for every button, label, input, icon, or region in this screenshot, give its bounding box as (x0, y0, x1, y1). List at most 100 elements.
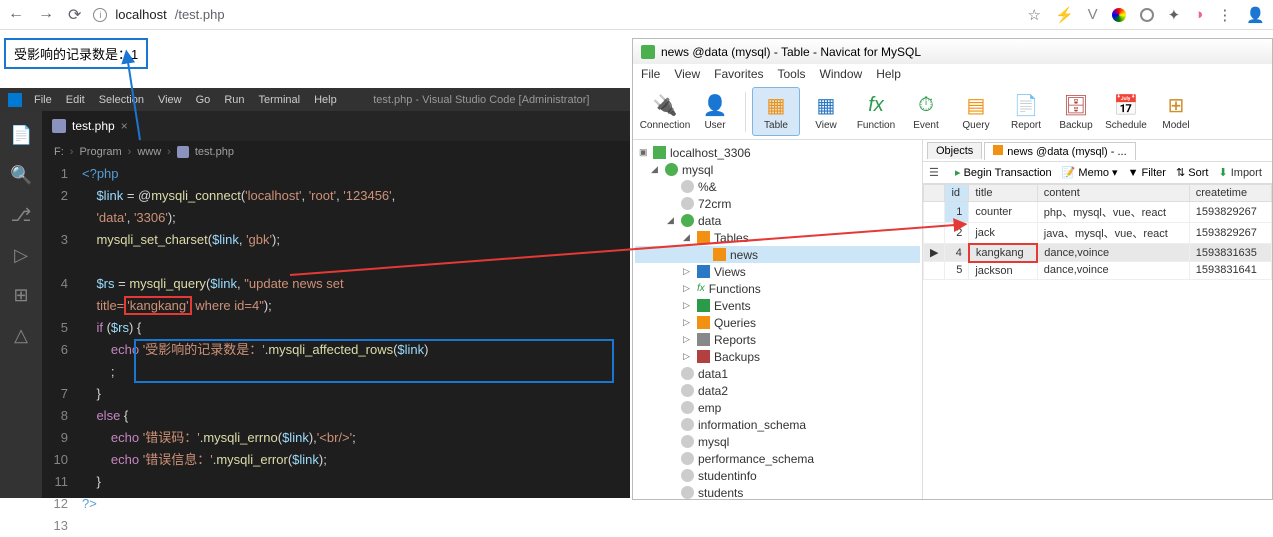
column-header[interactable]: createtime (1189, 185, 1271, 202)
menu-icon[interactable]: ⋮ (1217, 6, 1232, 24)
sort-button[interactable]: ⇅ Sort (1176, 166, 1208, 179)
tool-query[interactable]: ▤Query (952, 88, 1000, 135)
crumb[interactable]: Program (79, 146, 121, 158)
menu-item[interactable]: Terminal (259, 94, 301, 106)
table-row[interactable]: 1 counter php、mysql、vue、react 1593829267 (924, 202, 1272, 223)
forward-icon[interactable]: → (38, 5, 54, 25)
table-row[interactable]: 2 jack java、mysql、vue、react 1593829267 (924, 223, 1272, 244)
code-content[interactable]: <?php $link = @mysqli_connect('localhost… (82, 163, 630, 537)
tool-function[interactable]: fxFunction (852, 88, 900, 135)
ext-icon[interactable] (1140, 8, 1154, 22)
event-icon: ⏱ (912, 92, 940, 118)
window-title: test.php - Visual Studio Code [Administr… (373, 94, 589, 106)
connection-tree[interactable]: ▣localhost_3306 ◢mysql %& 72crm ◢data ◢T… (633, 140, 923, 499)
tree-node[interactable]: ▣localhost_3306 (635, 144, 920, 161)
tool-event[interactable]: ⏱Event (902, 88, 950, 135)
menu-item[interactable]: Selection (99, 94, 144, 106)
editor-tab[interactable]: test.php × (42, 111, 138, 141)
tab-news[interactable]: news @data (mysql) - ... (984, 142, 1135, 160)
back-icon[interactable]: ← (8, 5, 24, 25)
table-row[interactable]: 5 jackson dance,voince 1593831641 (924, 262, 1272, 280)
menu-item[interactable]: Tools (778, 67, 806, 81)
menu-item[interactable]: View (158, 94, 182, 106)
ext-icon[interactable] (1112, 8, 1126, 22)
ext-icon[interactable]: ✦ (1168, 6, 1181, 24)
tool-view[interactable]: ▦View (802, 88, 850, 135)
menu-item[interactable]: Window (820, 67, 863, 81)
ext-icon[interactable]: ⚡ (1055, 6, 1074, 24)
info-icon[interactable]: i (93, 8, 107, 22)
ext-icon[interactable]: V (1088, 6, 1098, 23)
debug-icon[interactable]: ▷ (10, 245, 32, 267)
column-header[interactable]: content (1037, 185, 1189, 202)
extensions-icon[interactable]: ⊞ (10, 285, 32, 307)
menu-icon[interactable]: ☰ (929, 166, 945, 179)
tree-node[interactable]: students (635, 484, 920, 499)
tab-objects[interactable]: Objects (927, 142, 982, 159)
table-row-selected[interactable]: ▶ 4 kangkang dance,voince 1593831635 (924, 244, 1272, 262)
menu-item[interactable]: Help (876, 67, 901, 81)
ext-icon[interactable]: ◑ (1194, 6, 1203, 23)
column-header[interactable]: title (969, 185, 1037, 202)
crumb[interactable]: www (137, 146, 161, 158)
import-button[interactable]: ⬇ Import (1218, 166, 1261, 179)
tree-node[interactable]: ▷fx Functions (635, 280, 920, 297)
vscode-window: File Edit Selection View Go Run Terminal… (0, 88, 630, 498)
tab-label: test.php (72, 119, 115, 133)
tool-table[interactable]: ▦Table (752, 87, 800, 136)
menu-item[interactable]: Help (314, 94, 337, 106)
memo-button[interactable]: 📝 Memo ▾ (1062, 166, 1118, 179)
tree-node[interactable]: information_schema (635, 416, 920, 433)
tool-report[interactable]: 📄Report (1002, 88, 1050, 135)
tree-node[interactable]: ◢mysql (635, 161, 920, 178)
data-grid[interactable]: id title content createtime 1 counter ph… (923, 184, 1272, 499)
highlight-kangkang: 'kangkang' (124, 296, 191, 315)
report-icon: 📄 (1012, 92, 1040, 118)
tool-user[interactable]: 👤User (691, 88, 739, 135)
menu-item[interactable]: Go (196, 94, 211, 106)
column-header[interactable]: id (945, 185, 969, 202)
breadcrumb[interactable]: F:› Program› www› test.php (42, 141, 630, 163)
tree-node[interactable]: mysql (635, 433, 920, 450)
tree-node[interactable]: ▷Events (635, 297, 920, 314)
menu-item[interactable]: File (34, 94, 52, 106)
tree-node[interactable]: ▷Views (635, 263, 920, 280)
tree-node[interactable]: performance_schema (635, 450, 920, 467)
search-icon[interactable]: 🔍 (10, 165, 32, 187)
tree-node[interactable]: emp (635, 399, 920, 416)
crumb[interactable]: F: (54, 146, 64, 158)
tool-connection[interactable]: 🔌Connection (641, 88, 689, 135)
menu-item[interactable]: File (641, 67, 660, 81)
tree-node[interactable]: 72crm (635, 195, 920, 212)
begin-transaction-button[interactable]: ▸ Begin Transaction (955, 166, 1052, 179)
tree-node[interactable]: ▷Backups (635, 348, 920, 365)
tool-schedule[interactable]: 📅Schedule (1102, 88, 1150, 135)
tree-node[interactable]: %& (635, 178, 920, 195)
reload-icon[interactable]: ⟳ (68, 5, 81, 25)
address-bar[interactable]: i localhost/test.php (93, 7, 224, 22)
tree-node[interactable]: data2 (635, 382, 920, 399)
menu-item[interactable]: Edit (66, 94, 85, 106)
star-icon[interactable]: ☆ (1028, 6, 1041, 24)
tree-node[interactable]: studentinfo (635, 467, 920, 484)
tree-node[interactable]: ◢Tables (635, 229, 920, 246)
testing-icon[interactable]: △ (10, 325, 32, 347)
close-icon[interactable]: × (121, 119, 128, 133)
menu-item[interactable]: Favorites (714, 67, 763, 81)
tree-node-selected[interactable]: news (635, 246, 920, 263)
scm-icon[interactable]: ⎇ (10, 205, 32, 227)
tool-backup[interactable]: 🗄Backup (1052, 88, 1100, 135)
tree-node[interactable]: ◢data (635, 212, 920, 229)
tree-node[interactable]: ▷Reports (635, 331, 920, 348)
menu-item[interactable]: View (674, 67, 700, 81)
user-icon[interactable]: 👤 (1246, 6, 1265, 24)
tree-node[interactable]: data1 (635, 365, 920, 382)
tool-model[interactable]: ⊞Model (1152, 88, 1200, 135)
user-icon: 👤 (701, 92, 729, 118)
code-editor[interactable]: 12345678910111213 <?php $link = @mysqli_… (42, 163, 630, 537)
explorer-icon[interactable]: 📄 (10, 125, 32, 147)
crumb[interactable]: test.php (195, 146, 234, 158)
filter-button[interactable]: ▼ Filter (1128, 167, 1166, 179)
menu-item[interactable]: Run (224, 94, 244, 106)
tree-node[interactable]: ▷Queries (635, 314, 920, 331)
